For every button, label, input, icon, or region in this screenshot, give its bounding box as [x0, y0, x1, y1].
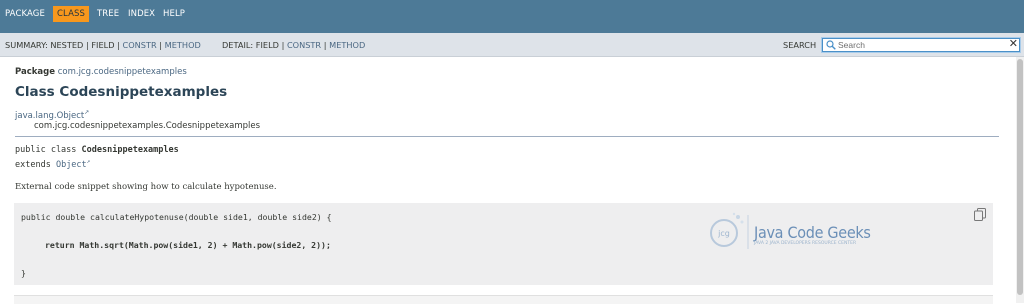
package-line: Package com.jcg.codesnippetexamples [15, 67, 187, 77]
extends-keyword: extends [15, 159, 56, 170]
class-title: Class Codesnippetexamples [15, 84, 228, 100]
main-content: Package com.jcg.codesnippetexamples Clas… [0, 57, 1016, 304]
external-link-icon: ↗ [84, 109, 90, 116]
divider [15, 136, 999, 137]
java-code-geeks-logo: jcg Java Code Geeks JAVA 2 JAVA DEVELOPE… [702, 211, 892, 251]
detail-field[interactable]: FIELD [256, 40, 279, 50]
logo-monogram: jcg [717, 229, 730, 238]
detail-label: DETAIL: [222, 40, 254, 50]
code-line-1: public double calculateHypotenuse(double… [21, 212, 332, 222]
top-nav-bar: PACKAGE CLASS TREE INDEX HELP [0, 0, 1024, 33]
close-icon[interactable]: ✕ [1009, 38, 1018, 50]
class-signature: public class Codesnippetexamples [15, 145, 179, 155]
detail-method-link[interactable]: METHOD [329, 40, 365, 50]
object-link[interactable]: Object↗ [55, 158, 91, 170]
magnifier-icon [826, 40, 836, 50]
summary-label: SUMMARY: [5, 40, 48, 50]
parent-class-link[interactable]: java.lang.Object [15, 111, 84, 121]
package-link[interactable]: com.jcg.codesnippetexamples [58, 67, 187, 77]
nav-index[interactable]: INDEX [128, 9, 155, 19]
code-line-2-text: return Math.sqrt(Math.pow(side1, 2) + Ma… [45, 240, 331, 250]
code-snippet: public double calculateHypotenuse(double… [14, 203, 993, 285]
summary-field[interactable]: FIELD [91, 40, 114, 50]
extends-line: extends Object↗ [15, 158, 90, 170]
external-link-icon: ↗ [86, 158, 91, 165]
summary-nav: SUMMARY: NESTED | FIELD | CONSTR | METHO… [5, 40, 201, 50]
vertical-scrollbar[interactable] [1016, 57, 1024, 303]
nav-package[interactable]: PACKAGE [5, 9, 45, 19]
code-line-2: return Math.sqrt(Math.pow(side1, 2) + Ma… [45, 240, 331, 250]
separator: | [323, 40, 327, 50]
copy-icon[interactable] [974, 208, 986, 221]
logo-tagline: JAVA 2 JAVA DEVELOPERS RESOURCE CENTER [754, 241, 857, 246]
separator: | [85, 40, 89, 50]
detail-constr-link[interactable]: CONSTR [287, 40, 321, 50]
inheritance-child: com.jcg.codesnippetexamples.Codesnippete… [34, 121, 261, 131]
signature-modifiers: public class [15, 145, 82, 155]
search-label: SEARCH [783, 40, 817, 50]
logo-brand-text: Java Code Geeks [754, 223, 871, 242]
nav-class[interactable]: CLASS [53, 6, 89, 22]
object-link-text: Object [55, 159, 87, 170]
nav-tree[interactable]: TREE [97, 9, 119, 19]
detail-nav: DETAIL: FIELD | CONSTR | METHOD [222, 40, 365, 50]
code-line-3: } [21, 268, 26, 278]
summary-method-link[interactable]: METHOD [165, 40, 201, 50]
class-description: External code snippet showing how to cal… [15, 182, 277, 192]
separator: | [159, 40, 163, 50]
summary-constr-link[interactable]: CONSTR [123, 40, 157, 50]
separator: | [117, 40, 120, 50]
nav-help[interactable]: HELP [163, 9, 185, 19]
inheritance-parent: java.lang.Object↗ [15, 109, 89, 121]
scrollbar-thumb[interactable] [1017, 59, 1023, 295]
search-box[interactable]: ✕ [822, 38, 1020, 52]
search-input[interactable] [838, 39, 998, 51]
summary-nested[interactable]: NESTED [50, 40, 83, 50]
signature-class-name: Codesnippetexamples [81, 145, 179, 155]
package-label: Package [15, 67, 56, 77]
separator: | [281, 40, 285, 50]
jcg-logo-icon: jcg [710, 212, 749, 249]
